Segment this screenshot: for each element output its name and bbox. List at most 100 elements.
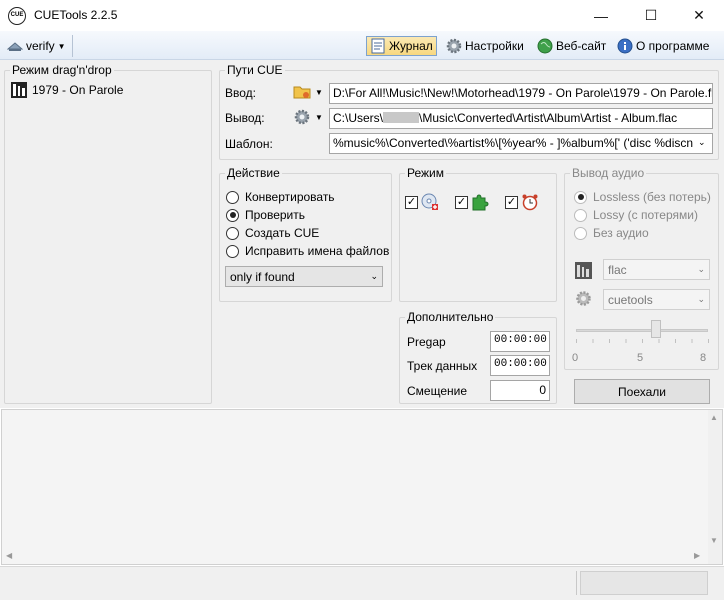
- extra-title: Дополнительно: [405, 310, 496, 324]
- data-track-label: Трек данных: [407, 359, 478, 373]
- tree-item-label: 1979 - On Parole: [32, 83, 124, 97]
- template-label: Шаблон:: [225, 137, 273, 151]
- pregap-label: Pregap: [407, 335, 446, 349]
- slider-mid-label: 5: [637, 352, 644, 364]
- log-panel[interactable]: [1, 409, 723, 565]
- about-button[interactable]: О программе: [614, 36, 712, 56]
- profile-dropdown[interactable]: verify ▼: [4, 36, 69, 56]
- chevron-down-icon: ⌄: [697, 294, 705, 304]
- settings-label: Настройки: [465, 39, 524, 53]
- radio-label: Конвертировать: [245, 190, 335, 204]
- redacted-username: [383, 112, 420, 123]
- about-label: О программе: [636, 39, 710, 53]
- radio-label: Исправить имена файлов: [245, 244, 390, 258]
- audio-radio-lossless[interactable]: Lossless (без потерь): [574, 190, 711, 204]
- action-radio-verify[interactable]: Проверить: [226, 208, 305, 222]
- action-mode-select[interactable]: only if found ⌄: [225, 266, 383, 287]
- radio-button[interactable]: [226, 190, 239, 204]
- format-select[interactable]: flac ⌄: [603, 259, 710, 280]
- output-path-field[interactable]: C:\Users\ \Music\Converted\Artist\Album\A…: [329, 108, 713, 129]
- data-track-field[interactable]: 00:00:00: [490, 355, 550, 376]
- dragdrop-title: Режим drag'n'drop: [10, 63, 114, 77]
- input-path-field[interactable]: D:\For All!\Music!\New!\Motorhead\1979 -…: [329, 83, 713, 104]
- close-button[interactable]: ✕: [676, 0, 722, 31]
- compression-slider-thumb[interactable]: [651, 320, 661, 338]
- paths-title: Пути CUE: [225, 63, 285, 77]
- settings-button[interactable]: Настройки: [443, 36, 527, 56]
- toolbar-separator: [72, 35, 73, 57]
- chevron-down-icon: ⌄: [697, 264, 705, 274]
- slider-min-label: 0: [572, 352, 579, 364]
- output-path-prefix: C:\Users\: [333, 111, 384, 125]
- radio-label: Lossy (с потерями): [593, 208, 698, 222]
- slider-ticks: [576, 339, 709, 343]
- mode-check-2[interactable]: ✓: [455, 193, 489, 211]
- mode-title: Режим: [405, 166, 446, 180]
- chevron-down-icon: ⌄: [370, 271, 378, 281]
- action-radio-convert[interactable]: Конвертировать: [226, 190, 335, 204]
- tree-item[interactable]: 1979 - On Parole: [11, 82, 123, 98]
- scroll-right-icon[interactable]: ▶: [694, 551, 700, 560]
- website-label: Веб-сайт: [556, 39, 607, 53]
- log-label: Журнал: [389, 39, 433, 53]
- log-toggle-button[interactable]: Журнал: [366, 36, 437, 56]
- audio-radio-none[interactable]: Без аудио: [574, 226, 649, 240]
- encoder-value: cuetools: [608, 292, 653, 307]
- checkbox[interactable]: ✓: [455, 195, 468, 209]
- flac-format-icon: [575, 262, 592, 279]
- action-radio-fix-filenames[interactable]: Исправить имена файлов: [226, 244, 389, 258]
- website-button[interactable]: Веб-сайт: [534, 36, 609, 56]
- go-button[interactable]: Поехали: [574, 379, 710, 404]
- folder-icon: [293, 86, 311, 99]
- radio-label: Lossless (без потерь): [593, 190, 711, 204]
- radio-label: Проверить: [245, 208, 306, 222]
- offset-label: Смещение: [407, 384, 468, 398]
- action-mode-value: only if found: [230, 269, 295, 284]
- scroll-up-icon[interactable]: ▲: [710, 413, 718, 422]
- alarm-clock-icon: [522, 194, 538, 211]
- info-icon: [617, 38, 633, 54]
- scroll-left-icon[interactable]: ◀: [6, 551, 12, 560]
- window-title: CUETools 2.2.5: [34, 8, 118, 22]
- dragdrop-group: [4, 70, 212, 404]
- output-path-suffix: \Music\Converted\Artist\Album\Artist - A…: [419, 111, 678, 125]
- radio-button[interactable]: [226, 208, 239, 222]
- gear-icon: [294, 109, 310, 125]
- maximize-button[interactable]: ☐: [628, 0, 674, 31]
- chevron-down-icon[interactable]: ⌄: [698, 137, 706, 148]
- progress-bar: [580, 571, 708, 595]
- template-field[interactable]: %music%\Converted\%artist%\[%year% - ]%a…: [329, 133, 713, 154]
- checkbox[interactable]: ✓: [505, 195, 518, 209]
- action-radio-create-cue[interactable]: Создать CUE: [226, 226, 319, 240]
- pregap-field[interactable]: 00:00:00: [490, 331, 550, 352]
- radio-label: Без аудио: [593, 226, 649, 240]
- cd-add-icon: [421, 193, 438, 210]
- mode-check-3[interactable]: ✓: [505, 193, 539, 211]
- compression-slider-track[interactable]: [576, 329, 708, 332]
- minimize-button[interactable]: —: [578, 0, 624, 31]
- format-value: flac: [608, 262, 627, 277]
- radio-button[interactable]: [574, 208, 587, 222]
- action-title: Действие: [225, 166, 282, 180]
- gear-icon: [446, 38, 462, 54]
- app-icon: CUE: [8, 7, 26, 25]
- audio-output-title: Вывод аудио: [570, 166, 647, 180]
- mode-check-1[interactable]: ✓: [405, 193, 439, 211]
- offset-field[interactable]: 0: [490, 380, 550, 401]
- audio-radio-lossy[interactable]: Lossy (с потерями): [574, 208, 698, 222]
- flac-file-icon: [11, 82, 27, 98]
- checkbox[interactable]: ✓: [405, 195, 418, 209]
- slider-max-label: 8: [700, 352, 707, 364]
- input-browse-button[interactable]: ▼: [293, 84, 323, 100]
- scroll-down-icon[interactable]: ▼: [710, 536, 718, 545]
- radio-button[interactable]: [226, 244, 239, 258]
- chevron-down-icon: ▼: [315, 87, 323, 97]
- encoder-select[interactable]: cuetools ⌄: [603, 289, 710, 310]
- log-icon: [371, 38, 385, 54]
- radio-button[interactable]: [574, 226, 587, 240]
- radio-button[interactable]: [574, 190, 587, 204]
- radio-button[interactable]: [226, 226, 239, 240]
- status-divider: [576, 571, 577, 595]
- template-value: %music%\Converted\%artist%\[%year% - ]%a…: [333, 136, 694, 150]
- output-settings-button[interactable]: ▼: [293, 109, 323, 125]
